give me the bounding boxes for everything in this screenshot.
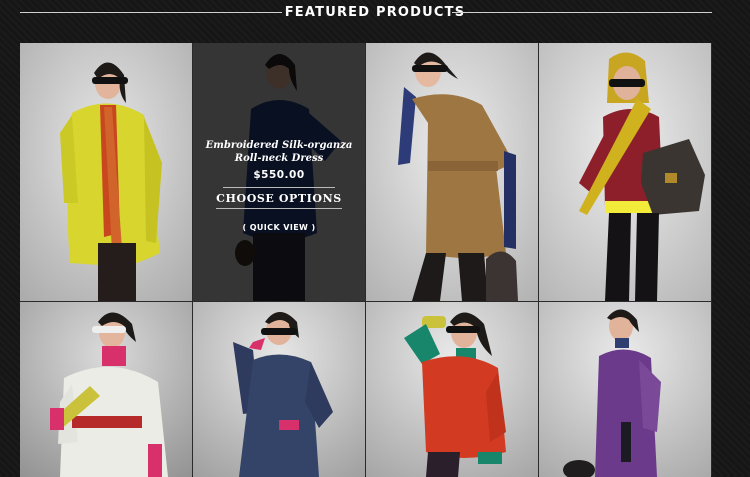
product-card-7[interactable] [366, 302, 538, 477]
product-card-6[interactable] [193, 302, 365, 477]
product-grid: Embroidered Silk-organza Roll-neck Dress… [20, 43, 712, 477]
product-image-yellow-coat[interactable] [20, 43, 192, 301]
quick-view-overlay: Embroidered Silk-organza Roll-neck Dress… [193, 43, 365, 301]
product-image-camel-coat[interactable] [366, 43, 538, 301]
product-image-red-jacket[interactable] [366, 302, 538, 477]
choose-options-button[interactable]: CHOOSE OPTIONS [216, 192, 342, 209]
product-card-4[interactable] [539, 43, 711, 301]
header-rule-left [20, 12, 282, 13]
product-card-2[interactable]: Embroidered Silk-organza Roll-neck Dress… [193, 43, 365, 301]
product-price: $550.00 [253, 169, 305, 181]
product-card-8[interactable] [539, 302, 711, 477]
product-card-3[interactable] [366, 43, 538, 301]
product-name[interactable]: Embroidered Silk-organza Roll-neck Dress [204, 139, 354, 165]
product-card-5[interactable] [20, 302, 192, 477]
product-card-1[interactable] [20, 43, 192, 301]
product-image-navy-quilted-coat[interactable] [193, 302, 365, 477]
product-image-purple-jacket[interactable] [539, 302, 711, 477]
header-rule-right [452, 12, 712, 13]
section-title: FEATURED PRODUCTS [284, 4, 466, 20]
section-header: FEATURED PRODUCTS [0, 0, 750, 26]
overlay-divider [223, 187, 335, 188]
quick-view-link[interactable]: ( QUICK VIEW ) [242, 223, 315, 232]
product-image-white-quilted-jacket[interactable] [20, 302, 192, 477]
product-image-burgundy-sweater[interactable] [539, 43, 711, 301]
